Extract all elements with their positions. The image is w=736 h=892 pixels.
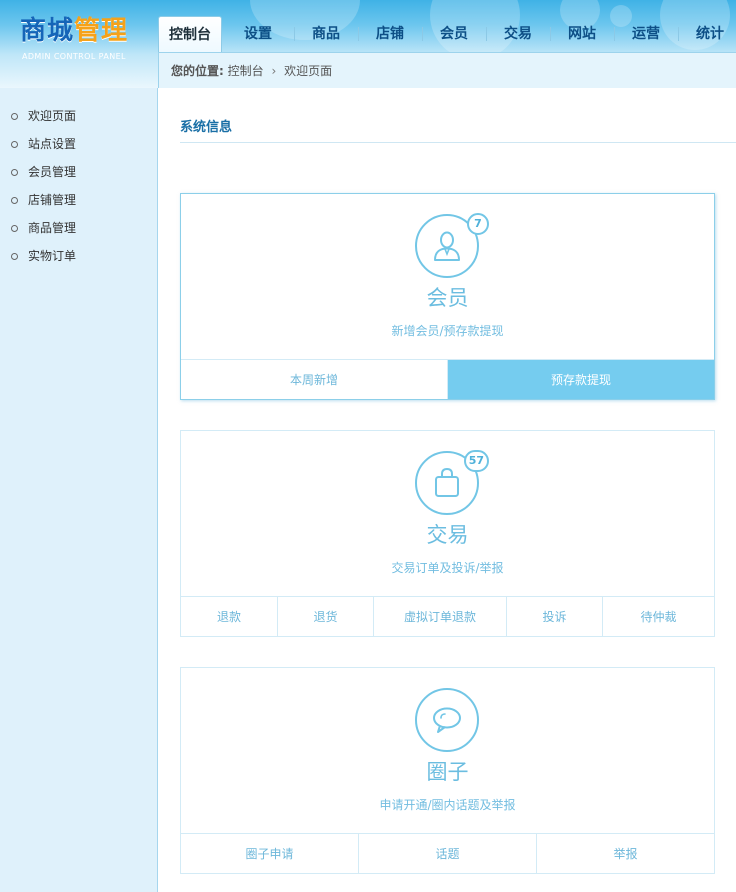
nav-tab-goods[interactable]: 商品	[294, 16, 358, 52]
logo[interactable]: 商城管理 ADMIN CONTROL PANEL	[0, 0, 158, 88]
pending-arbitration-button[interactable]: 待仲裁	[602, 597, 714, 636]
card-header: 7 会员 新增会员/预存款提现	[181, 194, 714, 359]
card-actions: 本周新增 预存款提现	[181, 359, 714, 399]
card-header: 57 交易 交易订单及投诉/举报	[181, 431, 714, 596]
sidebar-item-label: 欢迎页面	[28, 109, 77, 123]
nav-tab-website[interactable]: 网站	[550, 16, 614, 52]
bullet-icon	[11, 225, 18, 232]
logo-subtitle: ADMIN CONTROL PANEL	[22, 52, 126, 61]
chat-bubble-icon[interactable]	[415, 688, 479, 752]
trade-card: 57 交易 交易订单及投诉/举报 退款 退货 虚拟订单退款 投诉 待仲裁	[180, 430, 715, 637]
sidebar-item-goods-management[interactable]: 商品管理	[0, 214, 157, 242]
card-title: 交易	[426, 523, 469, 547]
shopping-bag-icon[interactable]: 57	[415, 450, 489, 515]
bullet-icon	[11, 141, 18, 148]
logo-part1: 商城	[20, 16, 75, 46]
breadcrumb-label: 您的位置:	[171, 64, 224, 78]
report-button[interactable]: 举报	[536, 834, 714, 873]
bullet-icon	[11, 113, 18, 120]
header: 商城管理 ADMIN CONTROL PANEL 控制台 设置 商品 店铺 会员…	[0, 0, 736, 88]
card-description: 新增会员/预存款提现	[391, 324, 504, 338]
chat-bubble-icon-graphic	[433, 707, 461, 733]
bullet-icon	[11, 253, 18, 260]
section-divider	[180, 142, 736, 143]
sidebar-item-label: 商品管理	[28, 221, 77, 235]
return-goods-button[interactable]: 退货	[277, 597, 373, 636]
sidebar-item-label: 实物订单	[28, 249, 77, 263]
nav-tab-stats[interactable]: 统计	[678, 16, 736, 52]
nav-tab-store[interactable]: 店铺	[358, 16, 422, 52]
breadcrumb-separator-icon: ›	[271, 64, 277, 78]
nav-tab-settings[interactable]: 设置	[222, 16, 294, 52]
member-card: 7 会员 新增会员/预存款提现 本周新增 预存款提现	[180, 193, 715, 400]
sidebar-item-member-management[interactable]: 会员管理	[0, 158, 157, 186]
sidebar: 欢迎页面 站点设置 会员管理 店铺管理 商品管理 实物订单	[0, 88, 158, 892]
sidebar-item-site-settings[interactable]: 站点设置	[0, 130, 157, 158]
virtual-order-refund-button[interactable]: 虚拟订单退款	[373, 597, 506, 636]
shopping-bag-icon-graphic	[435, 467, 459, 497]
nav-tab-operation[interactable]: 运营	[614, 16, 678, 52]
sidebar-item-physical-orders[interactable]: 实物订单	[0, 242, 157, 270]
breadcrumb: 您的位置: 控制台 › 欢迎页面	[158, 52, 736, 88]
card-actions: 圈子申请 话题 举报	[181, 833, 714, 873]
breadcrumb-item-welcome: 欢迎页面	[284, 64, 333, 78]
main-content: 系统信息 7 会员 新增会员/预存款提现 本周新增 预存款提现 57 交易 交易…	[160, 88, 736, 892]
card-actions: 退款 退货 虚拟订单退款 投诉 待仲裁	[181, 596, 714, 636]
sidebar-item-welcome[interactable]: 欢迎页面	[0, 102, 157, 130]
nav-tab-trade[interactable]: 交易	[486, 16, 550, 52]
nav-tab-member[interactable]: 会员	[422, 16, 486, 52]
card-description: 交易订单及投诉/举报	[391, 561, 504, 575]
topic-button[interactable]: 话题	[358, 834, 536, 873]
user-icon[interactable]: 7	[415, 213, 489, 278]
deposit-withdraw-button[interactable]: 预存款提现	[447, 360, 714, 399]
logo-title: 商城管理	[20, 14, 128, 48]
breadcrumb-item-dashboard[interactable]: 控制台	[228, 64, 264, 78]
nav-tab-dashboard[interactable]: 控制台	[158, 16, 222, 52]
card-title: 会员	[426, 286, 469, 310]
card-description: 申请开通/圈内话题及举报	[379, 798, 516, 812]
sidebar-item-label: 会员管理	[28, 165, 77, 179]
circle-application-button[interactable]: 圈子申请	[181, 834, 358, 873]
bullet-icon	[11, 169, 18, 176]
member-count-badge: 7	[467, 213, 489, 235]
card-title: 圈子	[426, 760, 469, 784]
card-header: 圈子 申请开通/圈内话题及举报	[181, 668, 714, 833]
top-nav: 控制台 设置 商品 店铺 会员 交易 网站 运营 统计	[158, 16, 736, 52]
sidebar-item-label: 站点设置	[28, 137, 77, 151]
user-icon-graphic	[434, 231, 460, 261]
trade-count-badge: 57	[463, 450, 489, 472]
sidebar-item-label: 店铺管理	[28, 193, 77, 207]
weekly-new-members-button[interactable]: 本周新增	[181, 360, 447, 399]
section-title: 系统信息	[180, 120, 233, 135]
circle-card: 圈子 申请开通/圈内话题及举报 圈子申请 话题 举报	[180, 667, 715, 874]
bullet-icon	[11, 197, 18, 204]
refund-button[interactable]: 退款	[181, 597, 277, 636]
sidebar-item-store-management[interactable]: 店铺管理	[0, 186, 157, 214]
sidebar-menu: 欢迎页面 站点设置 会员管理 店铺管理 商品管理 实物订单	[0, 88, 157, 270]
complaint-button[interactable]: 投诉	[506, 597, 602, 636]
logo-part2: 管理	[74, 16, 129, 46]
